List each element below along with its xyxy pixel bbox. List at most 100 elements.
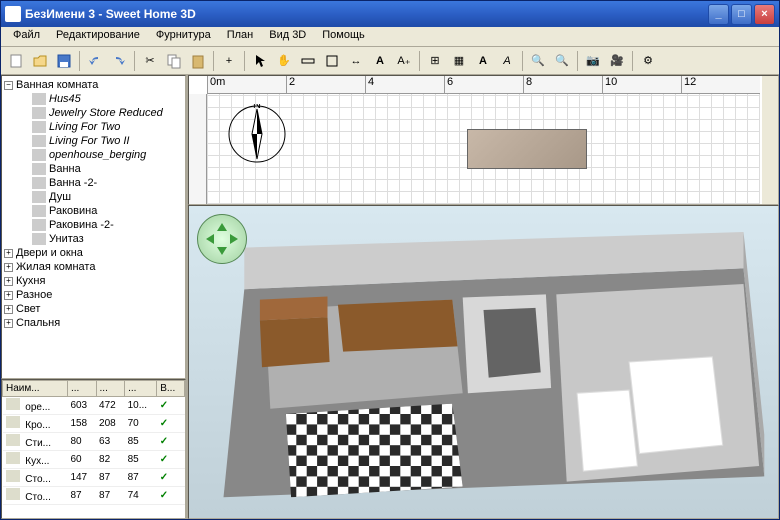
menu-edit[interactable]: Редактирование xyxy=(48,27,148,46)
text-label-icon[interactable]: A₊ xyxy=(393,50,415,72)
menubar: Файл Редактирование Фурнитура План Вид 3… xyxy=(1,27,779,47)
check-icon: ✓ xyxy=(157,487,185,505)
svg-text:N: N xyxy=(253,104,261,111)
plan-canvas[interactable]: N xyxy=(207,94,760,204)
open-icon[interactable] xyxy=(29,50,51,72)
tree-item[interactable]: Living For Two xyxy=(4,120,183,134)
tree-category-label: Кухня xyxy=(16,275,45,287)
compass-icon: N xyxy=(227,104,287,164)
table-row[interactable]: Кро...15820870✓ xyxy=(3,415,185,433)
italic-icon[interactable]: A xyxy=(496,50,518,72)
ruler-tick: 10 xyxy=(602,76,681,93)
tree-category[interactable]: +Спальня xyxy=(4,316,183,330)
furniture-table[interactable]: Наим............В... оре...60347210...✓ … xyxy=(1,379,186,519)
tree-item-label: Living For Two II xyxy=(49,135,130,147)
pan-icon[interactable]: ✋ xyxy=(273,50,295,72)
view-3d[interactable] xyxy=(188,205,779,519)
ruler-tick: 0m xyxy=(207,76,286,93)
tree-item[interactable]: openhouse_berging xyxy=(4,148,183,162)
nav-control-3d[interactable] xyxy=(197,214,247,264)
settings-icon[interactable]: ⚙ xyxy=(637,50,659,72)
tree-item[interactable]: Раковина -2- xyxy=(4,218,183,232)
tree-category[interactable]: +Двери и окна xyxy=(4,246,183,260)
zoom-out-icon[interactable]: 🔍 xyxy=(551,50,573,72)
save-icon[interactable] xyxy=(53,50,75,72)
tree-item[interactable]: Hus45 xyxy=(4,92,183,106)
ruler-tick: 4 xyxy=(365,76,444,93)
plan-view[interactable]: 0m24681012 N xyxy=(188,75,779,205)
menu-furniture[interactable]: Фурнитура xyxy=(148,27,219,46)
collapse-icon[interactable]: − xyxy=(4,81,13,90)
plan-scrollbar-v[interactable] xyxy=(762,76,778,204)
check-icon: ✓ xyxy=(157,451,185,469)
menu-3d[interactable]: Вид 3D xyxy=(261,27,314,46)
expand-icon[interactable]: + xyxy=(4,291,13,300)
new-icon[interactable] xyxy=(5,50,27,72)
table-row[interactable]: оре...60347210...✓ xyxy=(3,397,185,415)
tree-category[interactable]: +Жилая комната xyxy=(4,260,183,274)
tree-item[interactable]: Ванна xyxy=(4,162,183,176)
table-row[interactable]: Сти...806385✓ xyxy=(3,433,185,451)
menu-file[interactable]: Файл xyxy=(5,27,48,46)
table-row[interactable]: Кух...608285✓ xyxy=(3,451,185,469)
grid-icon[interactable]: ⊞ xyxy=(424,50,446,72)
tree-root-label: Ванная комната xyxy=(16,79,98,91)
tree-item-label: Унитаз xyxy=(49,233,84,245)
tree-item-label: Jewelry Store Reduced xyxy=(49,107,163,119)
cut-icon[interactable]: ✂ xyxy=(139,50,161,72)
table-header[interactable]: ... xyxy=(67,381,96,397)
maximize-button[interactable]: □ xyxy=(731,4,752,25)
table-row[interactable]: Сто...1478787✓ xyxy=(3,469,185,487)
add-furniture-icon[interactable]: + xyxy=(218,50,240,72)
row-icon xyxy=(6,488,20,500)
row-icon xyxy=(6,398,20,410)
layer-icon[interactable]: ▦ xyxy=(448,50,470,72)
redo-icon[interactable] xyxy=(108,50,130,72)
video-icon[interactable]: 🎥 xyxy=(606,50,628,72)
tree-item[interactable]: Унитаз xyxy=(4,232,183,246)
photo-icon[interactable]: 📷 xyxy=(582,50,604,72)
bold-icon[interactable]: A xyxy=(472,50,494,72)
ruler-tick: 2 xyxy=(286,76,365,93)
zoom-in-icon[interactable]: 🔍 xyxy=(527,50,549,72)
close-button[interactable]: × xyxy=(754,4,775,25)
expand-icon[interactable]: + xyxy=(4,319,13,328)
table-header[interactable]: ... xyxy=(96,381,125,397)
tree-item[interactable]: Living For Two II xyxy=(4,134,183,148)
ruler-tick: 12 xyxy=(681,76,760,93)
paste-icon[interactable] xyxy=(187,50,209,72)
tree-item[interactable]: Душ xyxy=(4,190,183,204)
menu-plan[interactable]: План xyxy=(219,27,262,46)
text-icon[interactable]: A xyxy=(369,50,391,72)
tree-item[interactable]: Ванна -2- xyxy=(4,176,183,190)
tree-category-label: Жилая комната xyxy=(16,261,95,273)
table-header[interactable]: ... xyxy=(125,381,157,397)
table-row[interactable]: Сто...878774✓ xyxy=(3,487,185,505)
nav-arrows-icon[interactable] xyxy=(202,219,242,259)
tree-category[interactable]: +Свет xyxy=(4,302,183,316)
menu-help[interactable]: Помощь xyxy=(314,27,373,46)
dimension-icon[interactable]: ↔ xyxy=(345,50,367,72)
select-icon[interactable] xyxy=(249,50,271,72)
tree-category[interactable]: +Кухня xyxy=(4,274,183,288)
table-header[interactable]: Наим... xyxy=(3,381,68,397)
room-icon[interactable] xyxy=(321,50,343,72)
furniture-icon xyxy=(32,93,46,105)
wall-icon[interactable] xyxy=(297,50,319,72)
expand-icon[interactable]: + xyxy=(4,305,13,314)
furniture-tree[interactable]: − Ванная комната Hus45Jewelry Store Redu… xyxy=(1,75,186,379)
plan-model-preview[interactable] xyxy=(467,129,587,169)
tree-item-label: Раковина -2- xyxy=(49,219,114,231)
expand-icon[interactable]: + xyxy=(4,277,13,286)
tree-category[interactable]: +Разное xyxy=(4,288,183,302)
tree-item[interactable]: Раковина xyxy=(4,204,183,218)
expand-icon[interactable]: + xyxy=(4,249,13,258)
expand-icon[interactable]: + xyxy=(4,263,13,272)
tree-root[interactable]: − Ванная комната xyxy=(4,78,183,92)
undo-icon[interactable] xyxy=(84,50,106,72)
table-header[interactable]: В... xyxy=(157,381,185,397)
minimize-button[interactable]: _ xyxy=(708,4,729,25)
copy-icon[interactable] xyxy=(163,50,185,72)
row-icon xyxy=(6,416,20,428)
tree-item[interactable]: Jewelry Store Reduced xyxy=(4,106,183,120)
